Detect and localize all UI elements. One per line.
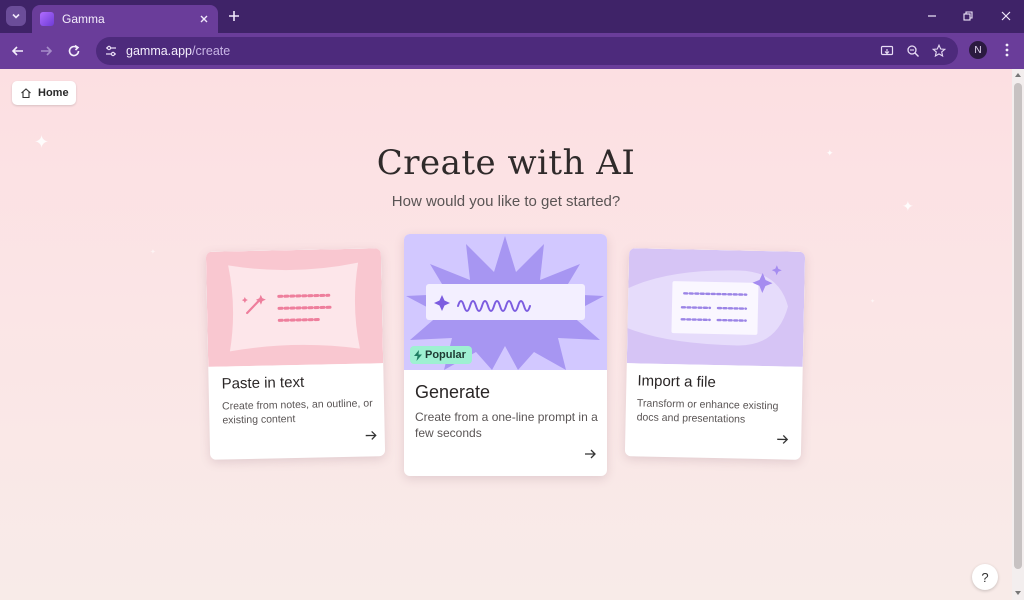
- scroll-up-arrow-icon[interactable]: [1015, 73, 1021, 77]
- page-title: Create with AI: [376, 143, 636, 183]
- url-text: gamma.app/create: [126, 44, 230, 58]
- arrow-right-icon: [365, 430, 377, 440]
- paste-text-illustration: [205, 248, 384, 367]
- install-app-button[interactable]: [878, 42, 896, 60]
- close-icon: [1001, 11, 1011, 21]
- gamma-favicon-icon: [40, 12, 54, 26]
- browser-menu-button[interactable]: [998, 41, 1016, 59]
- site-info-button[interactable]: [102, 42, 120, 60]
- import-file-illustration: [626, 248, 806, 367]
- reload-button[interactable]: [64, 41, 84, 61]
- home-icon: [21, 88, 31, 99]
- zoom-icon: [907, 45, 919, 57]
- arrow-left-icon: [11, 46, 23, 56]
- url-path: /create: [192, 44, 231, 58]
- zoom-button[interactable]: [904, 42, 922, 60]
- card-description: Create from a one-line prompt in a few s…: [415, 410, 598, 440]
- popular-label: Popular: [425, 349, 466, 361]
- help-button[interactable]: ?: [972, 564, 998, 590]
- arrow-right-icon: [41, 46, 53, 56]
- close-window-button[interactable]: [996, 6, 1016, 26]
- address-bar[interactable]: gamma.app/create: [96, 37, 958, 65]
- restore-icon: [963, 11, 973, 21]
- restore-button[interactable]: [958, 6, 978, 26]
- profile-avatar[interactable]: N: [969, 41, 987, 59]
- tab-close-button[interactable]: [196, 11, 212, 27]
- reload-icon: [68, 44, 80, 57]
- card-title: Generate: [415, 382, 491, 402]
- page-subtitle: How would you like to get started?: [391, 193, 621, 210]
- tune-icon: [106, 45, 116, 57]
- popular-badge: Popular: [410, 346, 472, 364]
- arrow-right-icon: [585, 449, 596, 459]
- card-title: Paste in text: [221, 373, 305, 393]
- scroll-thumb[interactable]: [1014, 83, 1022, 569]
- bookmark-button[interactable]: [930, 42, 948, 60]
- sparkle-icon: ✦: [150, 249, 156, 256]
- close-icon: [200, 15, 208, 23]
- url-host: gamma.app: [126, 44, 193, 58]
- browser-toolbar: gamma.app/create N: [0, 33, 1024, 69]
- more-vertical-icon: [1005, 43, 1009, 57]
- browser-tab-gamma[interactable]: Gamma: [32, 5, 218, 33]
- card-description: Create from notes, an outline, or existi…: [221, 397, 373, 427]
- page-scrollbar[interactable]: [1012, 69, 1024, 600]
- tab-search-button[interactable]: [6, 6, 26, 26]
- generate-card[interactable]: Popular Generate Create from a one-line …: [404, 234, 607, 476]
- page-content: ✦ ✦ ✦ ✦ ✦ Home Create with AI How would …: [0, 69, 1012, 600]
- minimize-button[interactable]: [922, 6, 942, 26]
- star-icon: [932, 44, 946, 58]
- arrow-right-icon: [777, 434, 789, 444]
- plus-icon: [229, 11, 239, 21]
- back-button[interactable]: [8, 41, 28, 61]
- chevron-down-icon: [12, 13, 20, 19]
- sparkle-icon: ✦: [870, 299, 876, 305]
- lightning-icon: [414, 349, 422, 361]
- paste-in-text-card[interactable]: Paste in text Create from notes, an outl…: [205, 248, 386, 460]
- card-description: Transform or enhance existing docs and p…: [636, 397, 779, 426]
- card-title: Import a file: [637, 372, 716, 392]
- scroll-down-arrow-icon[interactable]: [1015, 591, 1021, 595]
- import-file-card[interactable]: Import a file Transform or enhance exist…: [624, 248, 806, 460]
- install-app-icon: [880, 45, 894, 56]
- new-tab-button[interactable]: [225, 7, 243, 25]
- forward-button[interactable]: [36, 41, 56, 61]
- minimize-icon: [928, 15, 936, 17]
- tab-title: Gamma: [62, 12, 105, 26]
- home-button[interactable]: Home: [12, 81, 76, 105]
- home-label: Home: [38, 87, 69, 99]
- browser-tab-bar: Gamma: [0, 0, 1024, 33]
